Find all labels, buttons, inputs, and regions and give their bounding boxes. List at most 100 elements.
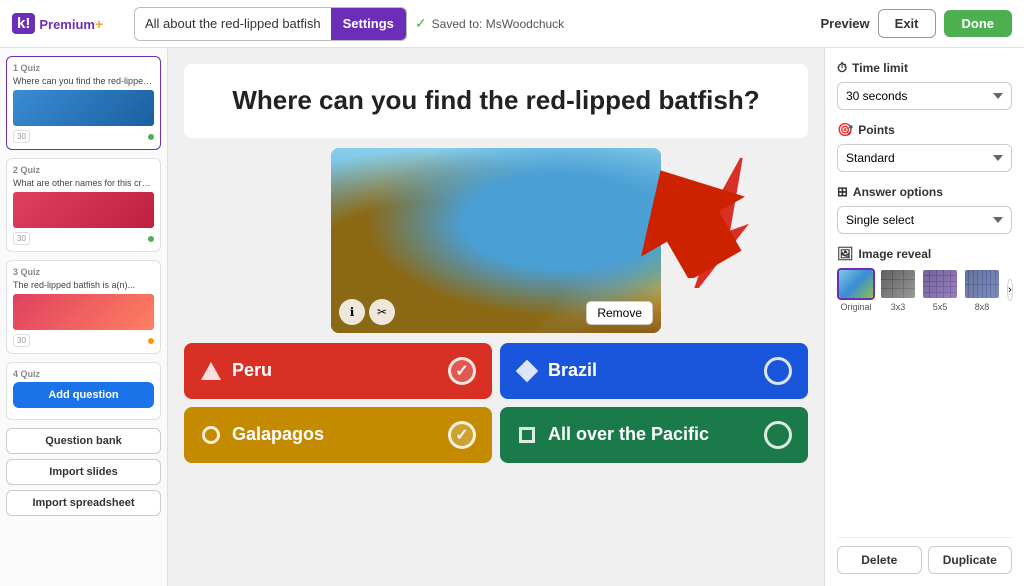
sidebar-item-4[interactable]: 4 Quiz Add question — [6, 362, 161, 420]
main-layout: 1 Quiz Where can you find the red-lipped… — [0, 48, 1024, 586]
header-center: All about the red-lipped batfish Setting… — [134, 7, 809, 41]
time-limit-section: ⏱ Time limit 30 seconds 5 seconds 10 sec… — [837, 60, 1012, 110]
sidebar-item-2-thumb — [13, 192, 154, 228]
answer-label-galapagos: Galapagos — [232, 424, 324, 445]
image-info-button[interactable]: ℹ — [339, 299, 365, 325]
logo: k! Premium+ — [12, 13, 122, 34]
reveal-original-thumb[interactable] — [837, 268, 875, 300]
time-limit-select[interactable]: 30 seconds 5 seconds 10 seconds 20 secon… — [837, 82, 1012, 110]
answer-circle-brazil — [764, 357, 792, 385]
reveal-8x8-label: 8x8 — [975, 302, 990, 312]
sidebar-item-1-dot — [148, 134, 154, 140]
image-area: ℹ ✂ Remove — [184, 148, 808, 333]
question-bank-button[interactable]: Question bank — [6, 428, 161, 454]
diamond-icon — [516, 360, 538, 382]
exit-button[interactable]: Exit — [878, 9, 936, 38]
saved-checkmark: ✓ — [415, 15, 427, 32]
image-edit-button[interactable]: ✂ — [369, 299, 395, 325]
remove-image-button[interactable]: Remove — [586, 301, 653, 325]
answer-options-icon: ⊞ — [837, 184, 848, 200]
reveal-3x3-preview — [881, 270, 915, 298]
sidebar-item-2-dot — [148, 236, 154, 242]
answer-options-select[interactable]: Single select Multi-select — [837, 206, 1012, 234]
reveal-3x3-thumb[interactable] — [879, 268, 917, 300]
answer-option-galapagos[interactable]: Galapagos ✓ — [184, 407, 492, 463]
answer-left-brazil: Brazil — [516, 360, 597, 382]
sidebar-item-1-text: Where can you find the red-lipped... — [13, 76, 154, 86]
settings-button[interactable]: Settings — [331, 8, 406, 40]
content-area: Where can you find the red-lipped batfis… — [168, 48, 824, 586]
image-controls: ℹ ✂ — [339, 299, 395, 325]
answer-option-pacific[interactable]: All over the Pacific — [500, 407, 808, 463]
sidebar-item-3-thumb — [13, 294, 154, 330]
sidebar-item-3-text: The red-lipped batfish is a(n)... — [13, 280, 154, 290]
right-panel: ⏱ Time limit 30 seconds 5 seconds 10 sec… — [824, 48, 1024, 586]
square-icon — [516, 424, 538, 446]
sidebar-item-3[interactable]: 3 Quiz The red-lipped batfish is a(n)...… — [6, 260, 161, 354]
reveal-original-label: Original — [840, 302, 871, 312]
sidebar-item-2-meta: 30 — [13, 232, 154, 245]
triangle-shape — [201, 362, 221, 380]
sidebar-item-3-num: 30 — [13, 334, 30, 347]
panel-bottom: Delete Duplicate — [837, 537, 1012, 574]
answer-options-section: ⊞ Answer options Single select Multi-sel… — [837, 184, 1012, 234]
points-icon: 🎯 — [837, 122, 853, 138]
preview-button[interactable]: Preview — [821, 16, 870, 31]
answer-label-peru: Peru — [232, 360, 272, 381]
square-shape — [519, 427, 535, 443]
answer-grid: Peru ✓ Brazil G — [184, 343, 808, 463]
sidebar-item-3-meta: 30 — [13, 334, 154, 347]
logo-plus: + — [95, 16, 103, 32]
diamond-shape — [516, 359, 539, 382]
question-image: ℹ ✂ Remove — [331, 148, 661, 333]
answer-label-pacific: All over the Pacific — [548, 424, 709, 445]
done-button[interactable]: Done — [944, 10, 1013, 37]
answer-option-peru[interactable]: Peru ✓ — [184, 343, 492, 399]
clock-icon: ⏱ — [837, 60, 847, 76]
import-slides-button[interactable]: Import slides — [6, 459, 161, 485]
reveal-next-button[interactable]: › — [1007, 279, 1013, 301]
reveal-8x8-thumb[interactable] — [963, 268, 1001, 300]
quiz-title-bar: All about the red-lipped batfish Setting… — [134, 7, 407, 41]
quiz-title: All about the red-lipped batfish — [135, 8, 331, 40]
image-reveal-title: 🖼 Image reveal — [837, 246, 1012, 262]
duplicate-button[interactable]: Duplicate — [928, 546, 1013, 574]
sidebar-item-1-type: 1 Quiz — [13, 63, 154, 73]
question-text: Where can you find the red-lipped batfis… — [204, 84, 788, 118]
add-question-button[interactable]: Add question — [13, 382, 154, 408]
answer-option-brazil[interactable]: Brazil — [500, 343, 808, 399]
reveal-3x3-label: 3x3 — [891, 302, 906, 312]
sidebar-item-2-num: 30 — [13, 232, 30, 245]
answer-label-brazil: Brazil — [548, 360, 597, 381]
answer-circle-pacific — [764, 421, 792, 449]
sidebar-item-2[interactable]: 2 Quiz What are other names for this cre… — [6, 158, 161, 252]
delete-button[interactable]: Delete — [837, 546, 922, 574]
question-box: Where can you find the red-lipped batfis… — [184, 64, 808, 138]
answer-check-galapagos: ✓ — [448, 421, 476, 449]
answer-options-label: Answer options — [853, 185, 943, 199]
time-limit-label: Time limit — [852, 61, 908, 75]
circle-icon — [200, 424, 222, 446]
sidebar-item-3-type: 3 Quiz — [13, 267, 154, 277]
reveal-5x5-label: 5x5 — [933, 302, 948, 312]
sidebar-item-3-dot — [148, 338, 154, 344]
reveal-5x5-thumb[interactable] — [921, 268, 959, 300]
import-spreadsheet-button[interactable]: Import spreadsheet — [6, 490, 161, 516]
sidebar: 1 Quiz Where can you find the red-lipped… — [0, 48, 168, 586]
sidebar-item-1[interactable]: 1 Quiz Where can you find the red-lipped… — [6, 56, 161, 150]
sidebar-item-4-type: 4 Quiz — [13, 369, 154, 379]
logo-k: k! — [12, 13, 35, 34]
answer-left-peru: Peru — [200, 360, 272, 382]
triangle-icon — [200, 360, 222, 382]
sidebar-item-2-type: 2 Quiz — [13, 165, 154, 175]
points-select[interactable]: Standard No points Double points — [837, 144, 1012, 172]
image-reveal-section: 🖼 Image reveal Original — [837, 246, 1012, 312]
image-reveal-options: Original 3x3 — [837, 268, 1012, 312]
sidebar-item-1-meta: 30 — [13, 130, 154, 143]
saved-status: ✓ Saved to: MsWoodchuck — [415, 15, 564, 32]
time-limit-title: ⏱ Time limit — [837, 60, 1012, 76]
points-section: 🎯 Points Standard No points Double point… — [837, 122, 1012, 172]
sidebar-item-1-thumb — [13, 90, 154, 126]
answer-options-title: ⊞ Answer options — [837, 184, 1012, 200]
points-label: Points — [858, 123, 895, 137]
